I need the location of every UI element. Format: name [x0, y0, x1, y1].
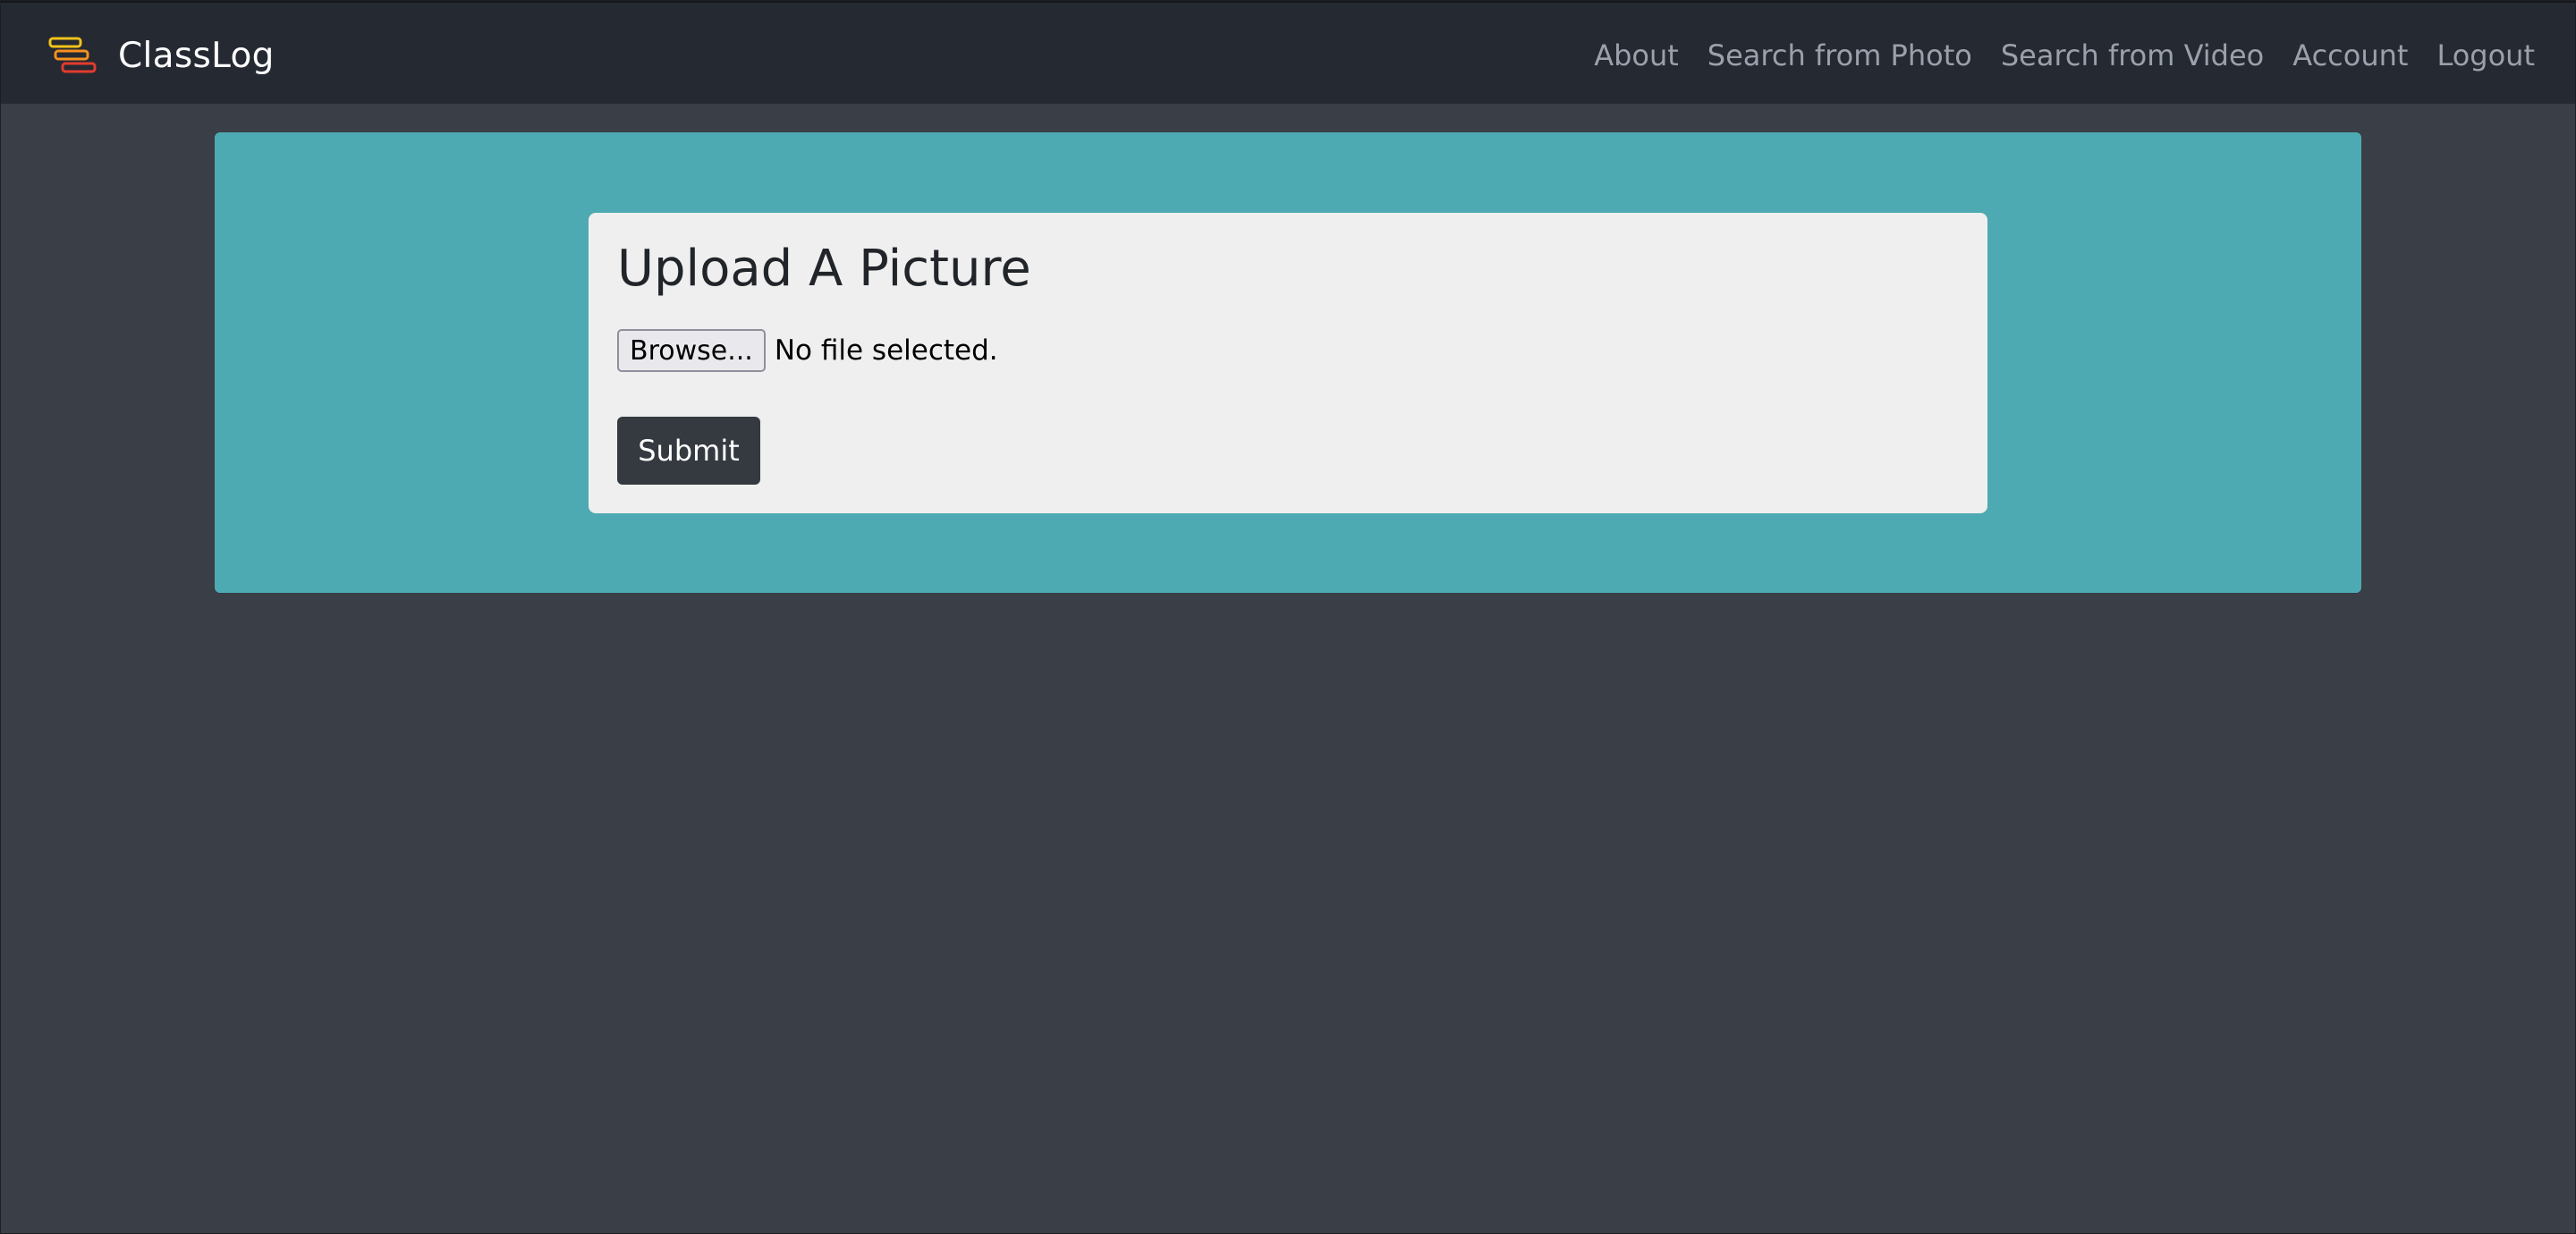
nav-link-about[interactable]: About: [1594, 38, 1679, 72]
nav-link-account[interactable]: Account: [2292, 38, 2408, 72]
nav-link-logout[interactable]: Logout: [2436, 38, 2535, 72]
navbar: ClassLog About Search from Photo Search …: [0, 0, 2576, 104]
upload-card: Upload A Picture Browse... No file selec…: [589, 213, 1987, 513]
nav-link-search-from-photo[interactable]: Search from Photo: [1707, 38, 1972, 72]
file-status-text: No file selected.: [774, 334, 998, 367]
brand-name: ClassLog: [118, 35, 275, 76]
nav-links: About Search from Photo Search from Vide…: [1565, 35, 2535, 76]
upload-banner: Upload A Picture Browse... No file selec…: [215, 132, 2361, 593]
file-input: Browse... No file selected.: [617, 329, 998, 372]
submit-button[interactable]: Submit: [617, 417, 760, 485]
browse-button[interactable]: Browse...: [617, 329, 766, 372]
nav-link-search-from-video[interactable]: Search from Video: [2001, 38, 2264, 72]
upload-title: Upload A Picture: [617, 240, 1031, 298]
brand-link[interactable]: ClassLog: [48, 35, 275, 76]
stacked-books-icon: [48, 37, 97, 73]
